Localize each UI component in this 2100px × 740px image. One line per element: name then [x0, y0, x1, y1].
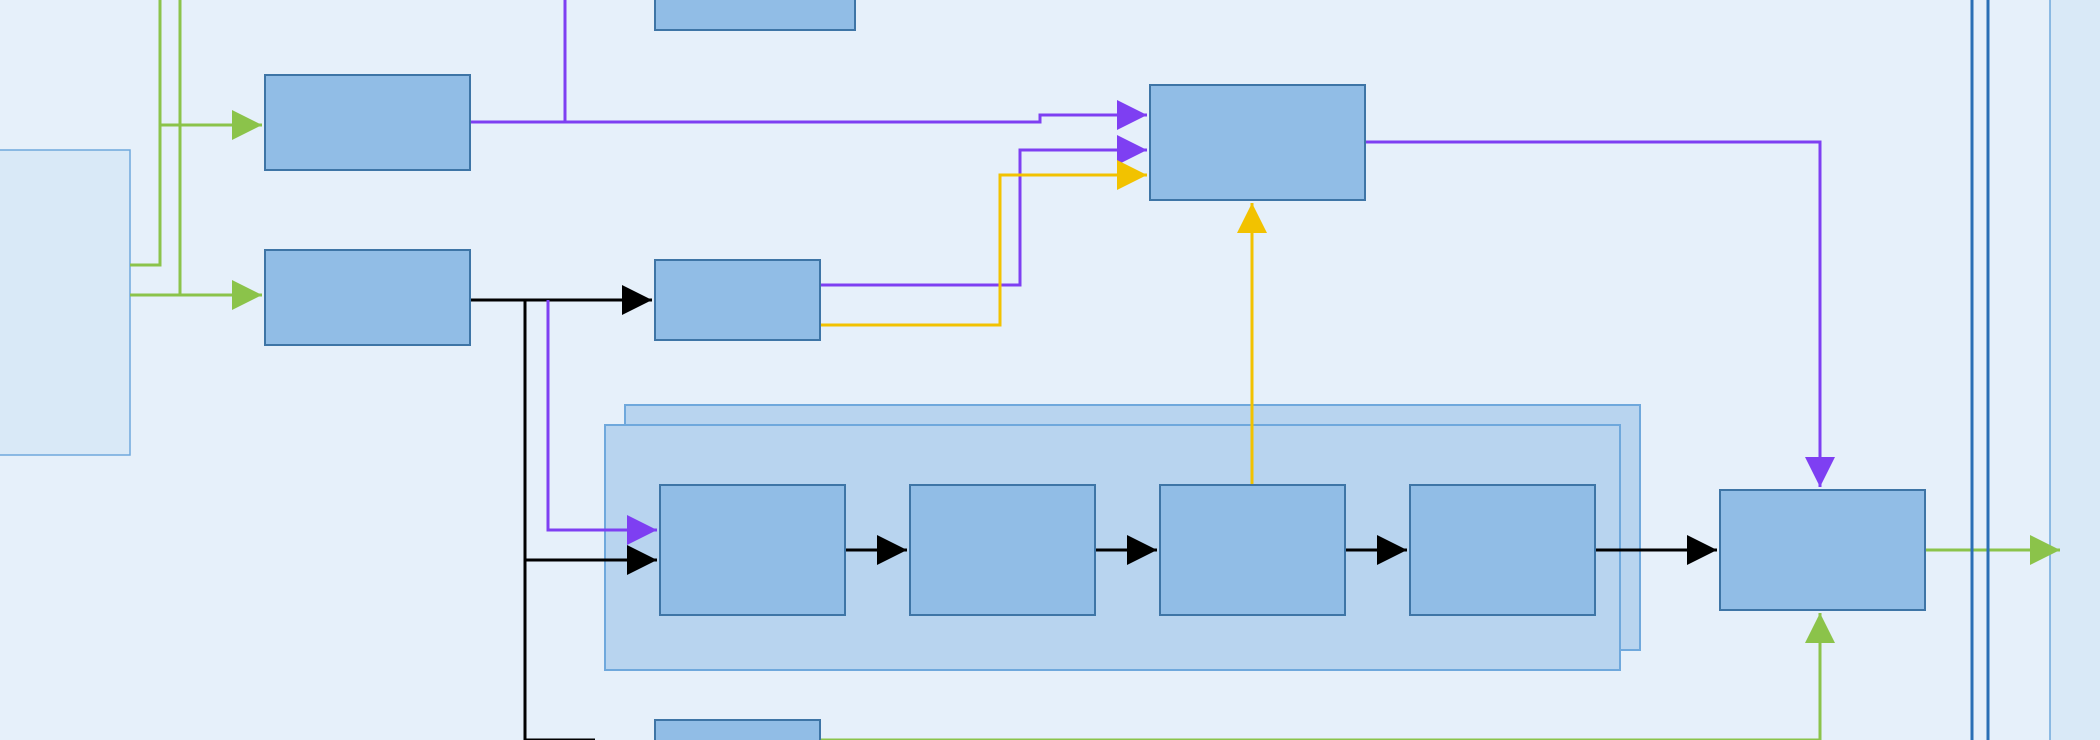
- node-pipeline-1[interactable]: [660, 485, 845, 615]
- edge-mid-to-righttop-purple: [820, 150, 1147, 285]
- node-pipeline-4[interactable]: [1410, 485, 1595, 615]
- node-top-far[interactable]: [655, 0, 855, 30]
- edge-upper-to-righttop: [470, 115, 1147, 122]
- node-left-upper[interactable]: [265, 75, 470, 170]
- panel-right: [2050, 0, 2100, 740]
- edge-lower-trunk-vertical: [470, 300, 525, 740]
- node-right-top[interactable]: [1150, 85, 1365, 200]
- node-mid[interactable]: [655, 260, 820, 340]
- node-pipeline-3[interactable]: [1160, 485, 1345, 615]
- edge-panel-to-upper: [130, 125, 262, 265]
- node-left-lower[interactable]: [265, 250, 470, 345]
- diagram-canvas: [0, 0, 2100, 740]
- node-bottom[interactable]: [655, 720, 820, 740]
- edge-mid-to-righttop-yellow: [820, 175, 1147, 325]
- node-pipeline-2[interactable]: [910, 485, 1095, 615]
- panel-left: [0, 150, 130, 455]
- node-right-mid[interactable]: [1720, 490, 1925, 610]
